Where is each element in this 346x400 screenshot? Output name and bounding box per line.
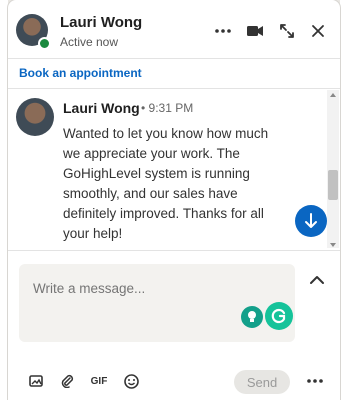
expand-composer-button[interactable] bbox=[309, 272, 325, 290]
composer-divider bbox=[8, 250, 340, 251]
video-call-button[interactable] bbox=[244, 20, 266, 42]
chat-window: Lauri Wong Active now Book an appointmen… bbox=[8, 0, 340, 400]
more-options-button[interactable] bbox=[212, 20, 234, 42]
chevron-up-icon bbox=[310, 276, 324, 284]
background-left-strip bbox=[0, 0, 8, 400]
expand-arrows-icon bbox=[280, 24, 294, 38]
emoji-icon bbox=[123, 373, 139, 389]
message-composer[interactable] bbox=[19, 264, 295, 342]
message-list: Lauri Wong • 9:31 PM Wanted to let you k… bbox=[8, 88, 340, 248]
contact-status: Active now bbox=[60, 35, 119, 49]
emoji-button[interactable] bbox=[122, 372, 140, 390]
book-appointment-link[interactable]: Book an appointment bbox=[19, 66, 142, 80]
chat-header[interactable]: Lauri Wong Active now bbox=[8, 0, 340, 58]
appointment-banner: Book an appointment bbox=[8, 58, 340, 89]
grammarly-suggestion-button[interactable] bbox=[241, 306, 263, 328]
more-horizontal-icon bbox=[215, 29, 231, 33]
background-right-strip bbox=[340, 0, 346, 400]
expand-window-button[interactable] bbox=[276, 20, 298, 42]
grammarly-g-icon bbox=[271, 308, 286, 324]
video-camera-icon bbox=[247, 26, 263, 36]
message-sender[interactable]: Lauri Wong bbox=[63, 100, 140, 116]
scrollbar-thumb[interactable] bbox=[328, 170, 338, 200]
composer-toolbar: GIF Send bbox=[8, 360, 340, 400]
message-text: Wanted to let you know how much we appre… bbox=[63, 126, 269, 241]
contact-name[interactable]: Lauri Wong bbox=[60, 14, 142, 31]
scroll-down-arrow-icon[interactable] bbox=[330, 243, 336, 247]
sender-avatar[interactable] bbox=[16, 98, 54, 136]
close-button[interactable] bbox=[307, 20, 329, 42]
more-horizontal-icon bbox=[307, 379, 323, 383]
more-options-toolbar-button[interactable] bbox=[306, 372, 324, 390]
scroll-up-arrow-icon[interactable] bbox=[330, 93, 336, 97]
send-button[interactable]: Send bbox=[234, 370, 290, 394]
message-input[interactable] bbox=[31, 280, 212, 297]
close-icon bbox=[312, 25, 324, 37]
online-status-dot bbox=[38, 37, 51, 50]
jump-to-latest-button[interactable] bbox=[295, 205, 327, 237]
paperclip-icon bbox=[61, 374, 74, 388]
lightbulb-icon bbox=[248, 311, 256, 322]
image-icon bbox=[29, 375, 43, 387]
gif-button[interactable]: GIF bbox=[90, 372, 108, 390]
attach-image-button[interactable] bbox=[27, 372, 45, 390]
message-timestamp: • 9:31 PM bbox=[141, 101, 194, 115]
grammarly-button[interactable] bbox=[265, 302, 293, 330]
message-scrollbar[interactable] bbox=[327, 90, 339, 248]
arrow-down-icon bbox=[305, 213, 317, 228]
attach-file-button[interactable] bbox=[58, 372, 76, 390]
